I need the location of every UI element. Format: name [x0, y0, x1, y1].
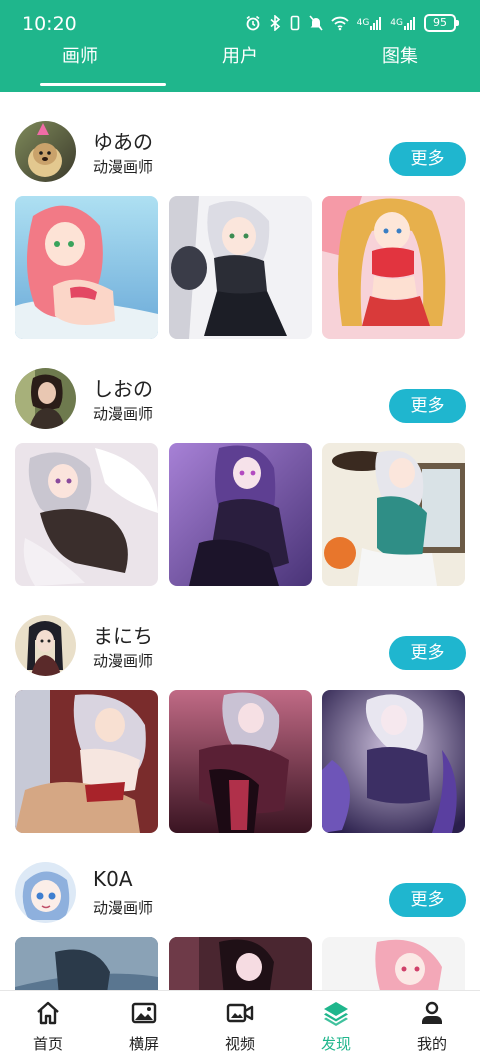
- mute-icon: [308, 14, 323, 32]
- artist-card: まにち 动漫画师 更多: [0, 586, 480, 833]
- tab-label: 用户: [222, 46, 258, 67]
- nav-label: 我的: [416, 1035, 447, 1053]
- signal-label: 4G: [356, 18, 370, 28]
- artwork-thumbnail[interactable]: [15, 443, 158, 586]
- artwork-thumbnail[interactable]: [322, 196, 465, 339]
- artist-name: まにち: [93, 624, 153, 648]
- nav-label: 横屏: [128, 1035, 159, 1053]
- artist-card: しおの 动漫画师 更多: [0, 339, 480, 586]
- artwork-thumbnail[interactable]: [15, 196, 158, 339]
- nav-label: 首页: [32, 1035, 63, 1053]
- avatar[interactable]: [15, 368, 76, 429]
- vibrate-icon: [289, 14, 301, 32]
- artwork-row: [15, 937, 465, 990]
- artist-role: 动漫画师: [93, 158, 154, 176]
- tab-label: 图集: [382, 46, 418, 67]
- artwork-row: [15, 196, 465, 339]
- layers-icon: [322, 999, 350, 1027]
- bottom-nav: 首页 横屏 视频 发现 我的: [0, 990, 480, 1058]
- tab-label: 画师: [62, 46, 98, 67]
- nav-label: 视频: [224, 1035, 255, 1053]
- top-tabs: 画师 用户 图集: [0, 40, 480, 88]
- signal-icon: 4G: [357, 14, 383, 32]
- status-icons: 4G 4G 95: [245, 14, 459, 32]
- avatar[interactable]: [15, 862, 76, 923]
- avatar[interactable]: [15, 615, 76, 676]
- tab-artists[interactable]: 画师: [0, 40, 166, 88]
- nav-landscape[interactable]: 横屏: [96, 991, 192, 1058]
- nav-profile[interactable]: 我的: [384, 991, 480, 1058]
- home-icon: [34, 999, 62, 1027]
- more-button[interactable]: 更多: [389, 883, 466, 917]
- tab-users[interactable]: 用户: [160, 40, 320, 88]
- artwork-thumbnail[interactable]: [322, 690, 465, 833]
- battery-indicator: 95: [424, 14, 459, 32]
- alarm-icon: [245, 14, 261, 32]
- wifi-icon: [330, 14, 349, 32]
- tab-albums[interactable]: 图集: [320, 40, 480, 88]
- avatar[interactable]: [15, 121, 76, 182]
- artwork-thumbnail[interactable]: [322, 443, 465, 586]
- user-icon: [418, 999, 446, 1027]
- nav-discover[interactable]: 发现: [288, 991, 384, 1058]
- nav-label: 发现: [320, 1035, 351, 1053]
- artist-card: ゆあの 动漫画师 更多: [0, 92, 480, 339]
- artist-name: ゆあの: [93, 130, 153, 154]
- artist-card: K0A 动漫画师 更多: [0, 833, 480, 990]
- artwork-thumbnail[interactable]: [168, 690, 312, 833]
- artwork-row: [15, 443, 465, 586]
- artwork-thumbnail[interactable]: [168, 196, 312, 339]
- artist-role: 动漫画师: [93, 405, 154, 423]
- artist-name: K0A: [93, 867, 133, 891]
- artwork-thumbnail[interactable]: [168, 937, 312, 990]
- artist-list[interactable]: ゆあの 动漫画师 更多 しおの 动漫画师 更多 まにち 动漫画师 更多 K0A …: [0, 92, 480, 990]
- artwork-thumbnail[interactable]: [322, 937, 465, 990]
- app-header: 10:20 4G 4G 95 画师 用户 图集: [0, 0, 480, 92]
- more-button[interactable]: 更多: [389, 636, 466, 670]
- more-button[interactable]: 更多: [389, 142, 466, 176]
- status-time: 10:20: [22, 13, 77, 35]
- artist-name: しおの: [93, 377, 153, 401]
- artwork-row: [15, 690, 465, 833]
- more-button[interactable]: 更多: [389, 389, 466, 423]
- signal-icon-2: 4G: [390, 14, 416, 32]
- artist-role: 动漫画师: [93, 899, 154, 917]
- bluetooth-icon: [269, 14, 281, 32]
- artist-role: 动漫画师: [93, 652, 154, 670]
- artwork-thumbnail[interactable]: [168, 443, 312, 586]
- image-icon: [130, 999, 158, 1027]
- artwork-thumbnail[interactable]: [15, 937, 158, 990]
- nav-home[interactable]: 首页: [0, 991, 96, 1058]
- artwork-thumbnail[interactable]: [15, 690, 158, 833]
- nav-video[interactable]: 视频: [192, 991, 288, 1058]
- video-icon: [226, 999, 254, 1027]
- signal-label-2: 4G: [390, 18, 403, 28]
